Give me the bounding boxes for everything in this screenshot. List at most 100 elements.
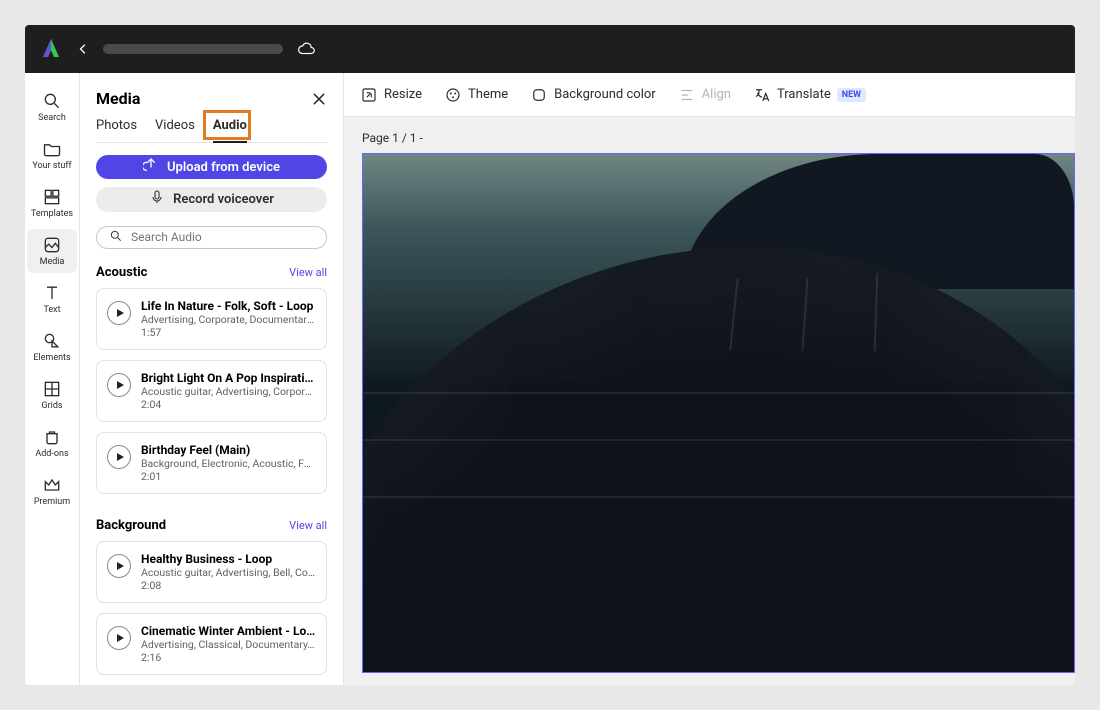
track-duration: 2:01 — [141, 470, 316, 483]
tab-audio-label: Audio — [213, 118, 247, 133]
rail-search[interactable]: Search — [27, 85, 77, 129]
rail-grids[interactable]: Grids — [27, 373, 77, 417]
canvas-area: Resize Theme Background color Align Tran… — [344, 73, 1075, 685]
audio-track[interactable]: Cinematic Winter Ambient - Loop Advertis… — [96, 613, 327, 675]
play-icon — [117, 381, 124, 389]
rail-elements[interactable]: Elements — [27, 325, 77, 369]
track-duration: 2:08 — [141, 579, 316, 592]
document-title-placeholder[interactable] — [103, 44, 283, 54]
track-meta: Acoustic guitar, Advertising, Bell, Corp… — [141, 566, 316, 579]
addons-icon — [42, 427, 62, 447]
templates-icon — [42, 187, 62, 207]
play-button[interactable] — [107, 554, 131, 578]
record-label: Record voiceover — [173, 192, 274, 207]
rail-text[interactable]: Text — [27, 277, 77, 321]
premium-icon — [42, 475, 62, 495]
app-logo-icon — [39, 37, 63, 61]
play-button[interactable] — [107, 301, 131, 325]
track-title: Healthy Business - Loop — [141, 552, 316, 566]
play-icon — [117, 309, 124, 317]
upload-from-device-button[interactable]: Upload from device — [96, 155, 327, 179]
rail-label: Grids — [41, 401, 62, 411]
cloud-sync-icon[interactable] — [297, 40, 315, 58]
grids-icon — [42, 379, 62, 399]
page-indicator: Page 1 / 1 - — [362, 131, 1075, 145]
track-duration: 2:04 — [141, 398, 316, 411]
folder-icon — [42, 139, 62, 159]
rail-label: Premium — [34, 497, 70, 507]
track-title: Birthday Feel (Main) — [141, 443, 316, 457]
top-bar — [25, 25, 1075, 73]
section-title-background: Background — [96, 518, 166, 533]
track-duration: 2:16 — [141, 651, 316, 664]
view-all-acoustic[interactable]: View all — [289, 266, 327, 279]
track-meta: Advertising, Classical, Documentary, Dr… — [141, 638, 316, 651]
audio-track[interactable]: Healthy Business - Loop Acoustic guitar,… — [96, 541, 327, 603]
rail-label: Templates — [31, 209, 73, 219]
tool-label: Translate — [777, 87, 831, 102]
search-icon — [42, 91, 62, 111]
tool-translate[interactable]: Translate NEW — [753, 86, 866, 104]
panel-title: Media — [96, 89, 140, 108]
media-icon — [42, 235, 62, 255]
audio-track[interactable]: Life In Nature - Folk, Soft - Loop Adver… — [96, 288, 327, 350]
track-meta: Advertising, Corporate, Documentary, D… — [141, 313, 316, 326]
canvas-image — [363, 154, 1074, 672]
rail-label: Your stuff — [32, 161, 71, 171]
rail-label: Search — [38, 113, 66, 123]
shapes-icon — [42, 331, 62, 351]
rail-media[interactable]: Media — [27, 229, 77, 273]
tool-theme[interactable]: Theme — [444, 86, 508, 104]
tab-videos[interactable]: Videos — [155, 118, 195, 142]
tool-label: Align — [702, 87, 731, 102]
rail-label: Elements — [33, 353, 70, 363]
play-icon — [117, 453, 124, 461]
audio-track[interactable]: Bright Light On A Pop Inspiratio… Acoust… — [96, 360, 327, 422]
rail-label: Media — [40, 257, 65, 267]
back-button[interactable] — [77, 39, 89, 60]
media-panel: Media Photos Videos Audio Upload from de… — [80, 73, 344, 685]
record-voiceover-button[interactable]: Record voiceover — [96, 187, 327, 211]
play-icon — [117, 562, 124, 570]
tab-photos[interactable]: Photos — [96, 118, 137, 142]
tool-background-color[interactable]: Background color — [530, 86, 656, 104]
track-meta: Background, Electronic, Acoustic, Folk, … — [141, 457, 316, 470]
new-badge: NEW — [837, 88, 866, 102]
canvas-page[interactable] — [362, 153, 1075, 673]
upload-icon — [143, 157, 159, 177]
view-all-background[interactable]: View all — [289, 519, 327, 532]
track-meta: Acoustic guitar, Advertising, Corporate,… — [141, 385, 316, 398]
play-button[interactable] — [107, 626, 131, 650]
tool-label: Background color — [554, 87, 656, 102]
rail-addons[interactable]: Add-ons — [27, 421, 77, 465]
search-icon — [109, 228, 123, 247]
tool-align: Align — [678, 86, 731, 104]
track-title: Bright Light On A Pop Inspiratio… — [141, 371, 316, 385]
search-audio-field[interactable] — [96, 226, 327, 249]
audio-track[interactable]: Birthday Feel (Main) Background, Electro… — [96, 432, 327, 494]
tool-label: Resize — [384, 87, 422, 102]
rail-premium[interactable]: Premium — [27, 469, 77, 513]
rail-your-stuff[interactable]: Your stuff — [27, 133, 77, 177]
track-title: Life In Nature - Folk, Soft - Loop — [141, 299, 316, 313]
close-panel-button[interactable] — [311, 91, 327, 107]
search-audio-input[interactable] — [131, 230, 314, 244]
tab-audio[interactable]: Audio — [213, 118, 247, 143]
text-icon — [42, 283, 62, 303]
canvas-toolbar: Resize Theme Background color Align Tran… — [344, 73, 1075, 117]
tool-resize[interactable]: Resize — [360, 86, 422, 104]
left-rail: Search Your stuff Templates Media Text E… — [25, 73, 80, 685]
play-icon — [117, 634, 124, 642]
rail-label: Add-ons — [35, 449, 68, 459]
play-button[interactable] — [107, 445, 131, 469]
track-duration: 1:57 — [141, 326, 316, 339]
rail-label: Text — [43, 305, 60, 315]
track-title: Cinematic Winter Ambient - Loop — [141, 624, 316, 638]
tool-label: Theme — [468, 87, 508, 102]
section-title-acoustic: Acoustic — [96, 265, 147, 280]
media-tabs: Photos Videos Audio — [96, 118, 327, 143]
rail-templates[interactable]: Templates — [27, 181, 77, 225]
upload-label: Upload from device — [167, 160, 280, 175]
play-button[interactable] — [107, 373, 131, 397]
microphone-icon — [149, 189, 165, 209]
